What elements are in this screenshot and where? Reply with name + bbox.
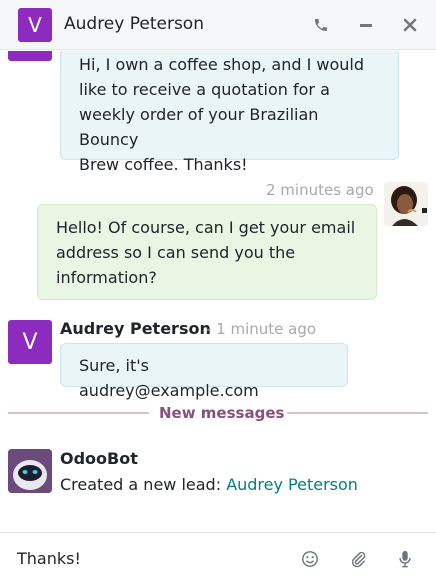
message-text-line: information? bbox=[56, 268, 157, 287]
chat-window-header[interactable]: V Audrey Peterson bbox=[0, 0, 436, 50]
avatar-letter: V bbox=[28, 13, 42, 37]
message-text-line: weekly order of your Brazilian Bouncy bbox=[79, 105, 319, 149]
avatar: V bbox=[18, 8, 52, 42]
emoji-button[interactable] bbox=[298, 547, 322, 571]
message-thread[interactable]: Hi, I own a coffee shop, and I would lik… bbox=[0, 51, 436, 531]
voice-button[interactable] bbox=[393, 547, 417, 571]
odoobot-avatar bbox=[8, 449, 52, 493]
message-bubble: Hello! Of course, can I get your email a… bbox=[37, 204, 377, 300]
phone-icon bbox=[315, 19, 327, 31]
paperclip-icon bbox=[351, 551, 366, 568]
message-text-line: address so I can send you the bbox=[56, 243, 296, 262]
bot-message-text: Created a new lead: Audrey Peterson bbox=[60, 475, 358, 494]
divider-line bbox=[8, 412, 149, 414]
close-button[interactable] bbox=[398, 13, 422, 37]
avatar-letter: V bbox=[22, 329, 38, 355]
minimize-icon bbox=[360, 24, 372, 27]
avatar bbox=[8, 51, 52, 61]
divider-line bbox=[287, 412, 428, 414]
operator-avatar bbox=[384, 182, 428, 226]
message-input[interactable]: Thanks! bbox=[17, 549, 81, 568]
attach-button[interactable] bbox=[346, 547, 370, 571]
bot-message-prefix: Created a new lead: bbox=[60, 475, 222, 494]
avatar: V bbox=[8, 320, 52, 364]
message-text-line: like to receive a quotation for a bbox=[79, 80, 330, 99]
message-bubble: Hi, I own a coffee shop, and I would lik… bbox=[60, 51, 399, 174]
call-button[interactable] bbox=[309, 13, 333, 37]
robot-icon bbox=[8, 449, 52, 493]
composer: Thanks! bbox=[0, 532, 436, 584]
close-icon bbox=[403, 18, 417, 32]
message-author: Audrey Peterson bbox=[60, 319, 211, 338]
microphone-icon bbox=[399, 550, 411, 568]
chat-title: Audrey Peterson bbox=[64, 14, 204, 34]
lead-link[interactable]: Audrey Peterson bbox=[226, 475, 358, 494]
emoji-icon bbox=[302, 551, 318, 567]
message-bubble: Sure, it's audrey@example.com bbox=[60, 343, 348, 400]
message-text-line: Brew coffee. Thanks! bbox=[79, 155, 248, 174]
message-text-line: Hi, I own a coffee shop, and I would bbox=[79, 55, 365, 74]
message-timestamp: - 1 minute ago bbox=[206, 320, 317, 338]
message-text-line: Hello! Of course, can I get your email bbox=[56, 218, 356, 237]
user-photo-icon bbox=[384, 182, 428, 226]
new-messages-divider: New messages bbox=[159, 404, 285, 422]
message-timestamp: 2 minutes ago bbox=[266, 181, 374, 199]
message-author: OdooBot bbox=[60, 449, 138, 468]
minimize-button[interactable] bbox=[354, 13, 378, 37]
message-text: Sure, it's audrey@example.com bbox=[79, 356, 259, 400]
